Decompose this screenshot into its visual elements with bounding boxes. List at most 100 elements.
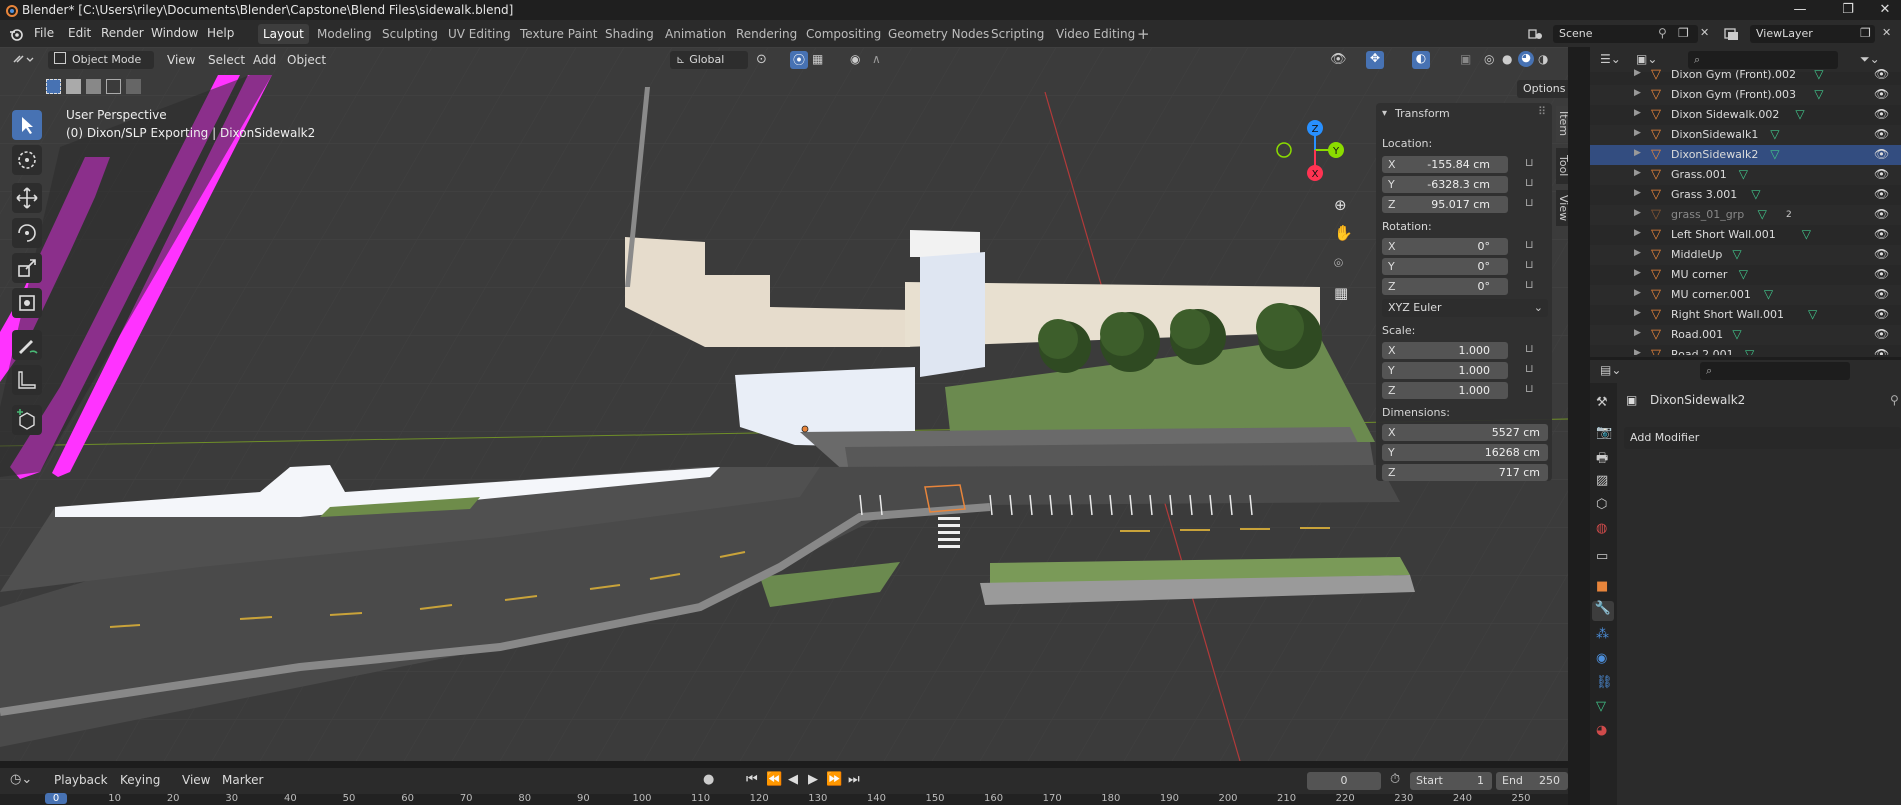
expand-arrow-icon[interactable]: ▶ [1634,128,1641,138]
gizmo-toggle-icon[interactable]: ✥ [1366,51,1384,69]
tool-properties-icon[interactable]: ⚒ [1596,395,1608,410]
transform-orientation-dropdown[interactable]: ⊾ Global [670,51,748,69]
outliner-row[interactable]: ▶ ▽ Grass 3.001 ▽ 👁 [1590,185,1901,205]
visibility-eye-icon[interactable]: 👁 [1874,347,1889,355]
material-properties-icon[interactable]: ◕ [1596,723,1607,738]
view-layer-icon[interactable] [1722,26,1744,42]
constraints-properties-icon[interactable]: ⛓ [1596,675,1613,690]
tool-move[interactable] [12,183,42,213]
dimensions-x-field[interactable]: X 5527 cm [1382,424,1548,441]
scale-x-field[interactable]: X 1.000 [1382,342,1508,359]
lock-location-y-icon[interactable]: ⊔ [1525,176,1534,189]
scale-y-field[interactable]: Y 1.000 [1382,362,1508,379]
outliner-row[interactable]: ▶ ▽ Dixon Sidewalk.002 ▽ 👁 [1590,105,1901,125]
menu-keying[interactable]: Keying [120,773,160,787]
lock-rotation-z-icon[interactable]: ⊔ [1525,278,1534,291]
menu-view[interactable]: View [167,53,195,67]
outliner-row[interactable]: ▶ ▽ Dixon Gym (Front).003 ▽ 👁 [1590,85,1901,105]
visibility-eye-icon[interactable]: 👁 [1874,67,1889,81]
particles-properties-icon[interactable]: ⁂ [1596,627,1609,642]
object-properties-icon[interactable]: ■ [1596,579,1608,594]
menu-playback[interactable]: Playback [54,773,108,787]
visibility-icon[interactable]: 👁 [1330,52,1347,67]
pan-hand-icon[interactable]: ✋ [1334,224,1353,242]
visibility-eye-icon[interactable]: 👁 [1874,267,1889,281]
rotation-mode-dropdown[interactable]: XYZ Euler ⌄ [1382,299,1548,317]
select-new-icon[interactable] [46,79,61,94]
visibility-eye-icon[interactable]: 👁 [1874,87,1889,101]
visibility-eye-icon[interactable]: 👁 [1874,127,1889,141]
perspective-grid-icon[interactable]: ▦ [1334,284,1348,302]
current-frame-field[interactable]: 0 [1307,772,1381,790]
snap-icon[interactable]: ⦿ [790,51,808,69]
tab-video-editing[interactable]: Video Editing [1051,24,1140,44]
xray-icon[interactable]: ▣ [1460,52,1471,66]
render-properties-icon[interactable]: 📷 [1596,425,1612,440]
close-button[interactable]: ✕ [1865,0,1901,20]
scene-icon[interactable] [1526,26,1546,42]
start-frame-field[interactable]: Start 1 [1410,772,1492,790]
pin-properties-icon[interactable]: ⚲ [1890,393,1899,407]
dimensions-y-field[interactable]: Y 16268 cm [1382,444,1548,461]
scene-properties-icon[interactable]: ⬡ [1596,497,1607,512]
expand-arrow-icon[interactable]: ▶ [1634,108,1641,118]
visibility-eye-icon[interactable]: 👁 [1874,307,1889,321]
tab-rendering[interactable]: Rendering [731,24,802,44]
visibility-eye-icon[interactable]: 👁 [1874,187,1889,201]
physics-properties-icon[interactable]: ◉ [1596,651,1607,666]
tool-transform[interactable] [12,288,42,318]
output-properties-icon[interactable]: 🖶 [1596,449,1608,471]
tab-texture-paint[interactable]: Texture Paint [515,24,602,44]
visibility-eye-icon[interactable]: 👁 [1874,207,1889,221]
expand-arrow-icon[interactable]: ▶ [1634,168,1641,178]
scale-z-field[interactable]: Z 1.000 [1382,382,1508,399]
location-z-field[interactable]: Z 95.017 cm [1382,196,1508,213]
navigation-gizmo[interactable]: Z Y X [1268,118,1358,188]
prev-keyframe-icon[interactable]: ⏪ [766,772,782,787]
outliner-row[interactable]: ▶ ▽ Road.001 ▽ 👁 [1590,325,1901,345]
menu-window[interactable]: Window [151,26,198,40]
remove-view-layer-icon[interactable]: ✕ [1882,26,1891,39]
select-subtract-icon[interactable] [86,79,101,94]
proportional-edit-icon[interactable]: ◉ [850,52,860,66]
expand-arrow-icon[interactable]: ▶ [1634,328,1641,338]
end-frame-field[interactable]: End 250 [1496,772,1568,790]
menu-add[interactable]: Add [253,53,276,67]
expand-arrow-icon[interactable]: ▶ [1634,208,1641,218]
expand-arrow-icon[interactable]: ▶ [1634,148,1641,158]
lock-scale-y-icon[interactable]: ⊔ [1525,362,1534,375]
view-layer-properties-icon[interactable]: ▨ [1596,473,1608,488]
add-workspace-button[interactable]: + [1132,24,1155,44]
tab-animation[interactable]: Animation [660,24,731,44]
overlay-toggle-icon[interactable]: ◐ [1412,51,1430,69]
copy-scene-icon[interactable]: ❐ [1678,26,1689,40]
outliner-row[interactable]: ▶ ▽ MU corner.001 ▽ 👁 [1590,285,1901,305]
tab-layout[interactable]: Layout [258,24,309,44]
outliner-row[interactable]: ▶ ▽ grass_01_grp ▽ 2 👁 [1590,205,1901,225]
next-keyframe-icon[interactable]: ⏩ [826,772,842,787]
minimize-button[interactable]: — [1780,0,1820,20]
outliner-row[interactable]: ▶ ▽ MU corner ▽ 👁 [1590,265,1901,285]
outliner-row[interactable]: ▶ ▽ DixonSidewalk2 ▽ 👁 [1590,145,1901,165]
play-icon[interactable]: ▶ [808,772,818,787]
tool-cursor[interactable] [12,145,42,175]
outliner-row[interactable]: ▶ ▽ DixonSidewalk1 ▽ 👁 [1590,125,1901,145]
solid-shading-icon[interactable]: ● [1502,52,1512,66]
properties-editor-icon[interactable]: ▤⌄ [1600,363,1621,377]
mode-dropdown[interactable]: Object Mode [48,51,154,69]
expand-arrow-icon[interactable]: ▶ [1634,88,1641,98]
scene-field[interactable]: Scene [1553,25,1698,43]
select-intersect-icon[interactable] [126,79,141,94]
tab-uv-editing[interactable]: UV Editing [443,24,516,44]
expand-arrow-icon[interactable]: ▶ [1634,228,1641,238]
remove-scene-icon[interactable]: ✕ [1700,26,1709,39]
menu-file[interactable]: File [34,26,54,40]
dimensions-z-field[interactable]: Z 717 cm [1382,464,1548,481]
modifier-properties-icon[interactable]: 🔧 [1592,601,1614,621]
add-modifier-button[interactable]: Add Modifier [1624,427,1901,449]
expand-arrow-icon[interactable]: ▶ [1634,308,1641,318]
menu-render[interactable]: Render [101,26,144,40]
visibility-eye-icon[interactable]: 👁 [1874,247,1889,261]
menu-edit[interactable]: Edit [68,26,91,40]
outliner-row[interactable]: ▶ ▽ Right Short Wall.001 ▽ 👁 [1590,305,1901,325]
